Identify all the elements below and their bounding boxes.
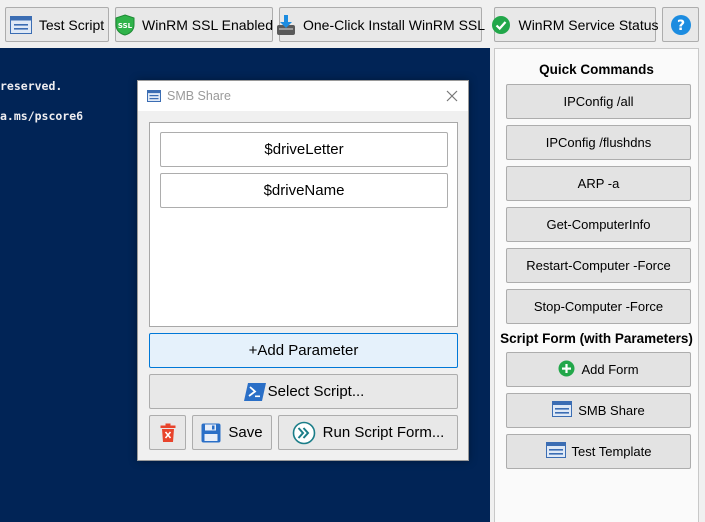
one-click-install-button[interactable]: One-Click Install WinRM SSL (276, 7, 486, 42)
parameter-drive-name[interactable]: $driveName (160, 173, 448, 208)
console-line: reserved. (0, 79, 63, 93)
parameter-list: $driveLetter $driveName (149, 122, 458, 327)
help-button[interactable]: ? (662, 7, 699, 42)
help-icon: ? (670, 14, 692, 36)
ssl-shield-icon: SSL (115, 13, 135, 36)
save-button[interactable]: Save (192, 415, 272, 450)
get-computerinfo-button[interactable]: Get-ComputerInfo (506, 207, 691, 242)
select-script-button[interactable]: Select Script... (149, 374, 458, 409)
delete-button[interactable] (149, 415, 186, 450)
svg-text:?: ? (676, 18, 684, 34)
arp-button[interactable]: ARP -a (506, 166, 691, 201)
run-script-form-button[interactable]: Run Script Form... (278, 415, 458, 450)
parameter-drive-letter[interactable]: $driveLetter (160, 132, 448, 167)
test-script-label: Test Script (38, 16, 105, 33)
trash-icon (160, 423, 176, 443)
add-parameter-button[interactable]: +Add Parameter (149, 333, 458, 368)
dialog-titlebar[interactable]: SMB Share (138, 81, 468, 111)
close-icon[interactable] (444, 88, 460, 104)
one-click-install-label: One-Click Install WinRM SSL (302, 16, 486, 33)
stop-computer-button[interactable]: Stop-Computer -Force (506, 289, 691, 324)
floppy-disk-icon (201, 423, 221, 443)
winrm-ssl-enabled-label: WinRM SSL Enabled (142, 16, 273, 33)
ipconfig-flushdns-button[interactable]: IPConfig /flushdns (506, 125, 691, 160)
test-script-button[interactable]: Test Script (5, 7, 109, 42)
install-download-icon (276, 14, 296, 36)
quick-commands-panel: Quick Commands IPConfig /all IPConfig /f… (494, 48, 699, 522)
form-window-icon (545, 442, 566, 461)
ipconfig-all-button[interactable]: IPConfig /all (506, 84, 691, 119)
run-chevron-icon (292, 421, 316, 445)
plus-circle-icon (558, 360, 575, 380)
dialog-title: SMB Share (167, 89, 231, 103)
add-form-button[interactable]: Add Form (506, 352, 691, 387)
winrm-service-status-button[interactable]: WinRM Service Status (491, 7, 659, 42)
form-window-icon (552, 401, 573, 420)
console-line: a.ms/pscore6 (0, 109, 84, 123)
winrm-ssl-enabled-button[interactable]: SSL WinRM SSL Enabled (115, 7, 273, 42)
powershell-icon (243, 382, 267, 402)
test-template-form-button[interactable]: Test Template (506, 434, 691, 469)
smb-share-dialog: SMB Share $driveLetter $driveName +Add P… (137, 80, 469, 461)
smb-share-form-button[interactable]: SMB Share (506, 393, 691, 428)
form-window-icon (147, 90, 161, 102)
check-circle-icon (491, 14, 511, 36)
svg-text:SSL: SSL (118, 22, 133, 30)
script-form-title: Script Form (with Parameters) (500, 331, 693, 346)
form-window-icon (9, 14, 32, 36)
quick-commands-title: Quick Commands (539, 62, 654, 77)
winrm-service-status-label: WinRM Service Status (518, 16, 659, 33)
restart-computer-button[interactable]: Restart-Computer -Force (506, 248, 691, 283)
